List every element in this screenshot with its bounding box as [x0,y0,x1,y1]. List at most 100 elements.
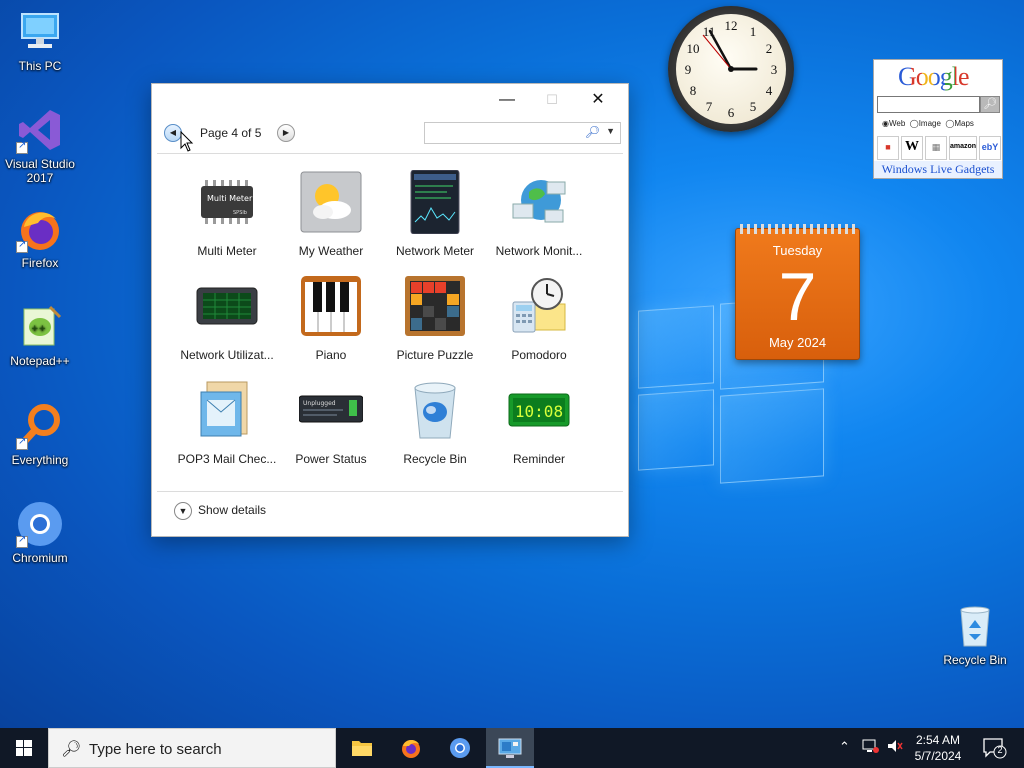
google-logo-text: Google [898,62,970,91]
piano-icon [299,274,363,338]
google-link-icon[interactable]: ■ [877,136,899,160]
computer-icon [16,8,64,56]
taskbar-clock[interactable]: 2:54 AM 5/7/2024 [906,732,970,764]
desktop-icon-label: Notepad++ [10,354,70,368]
desktop-icon-everything[interactable]: Everything [0,402,80,467]
search-icon[interactable]: 🔎︎ [980,96,1000,113]
ebay-link[interactable]: ebY [979,136,1001,160]
reminder-time-text: 10:08 [515,402,563,421]
desktop-icon-label: Chromium [12,551,68,565]
picture-puzzle-icon [403,274,467,338]
power-status-text: Unplugged [303,400,336,407]
desktop-icon-label: Everything [11,453,69,467]
news-link-icon[interactable]: ▦ [924,136,947,160]
bottom-divider [157,491,623,492]
gadget-name: Pomodoro [511,348,567,362]
minimize-button[interactable]: — [484,86,530,114]
desktop-icon-chromium[interactable]: Chromium [0,500,80,565]
show-details-toggle[interactable]: ▼ Show details [174,502,266,520]
taskbar-date: 5/7/2024 [914,749,962,763]
radio-web[interactable]: ◉Web [882,119,905,128]
gadget-tile-recycle-bin[interactable]: Recycle Bin [383,378,487,482]
taskbar-firefox[interactable] [387,728,435,768]
search-type-radios: ◉Web ◯Image ◯Maps [882,119,974,128]
google-search-input[interactable] [877,96,980,113]
gadget-name: My Weather [298,244,364,258]
gadget-name: POP3 Mail Chec... [177,452,277,466]
radio-web-label: Web [888,119,906,128]
gadget-tile-pop3-mail-checker[interactable]: POP3 Mail Chec... [175,378,279,482]
desktop-icon-label: Firefox [21,256,59,270]
everything-search-icon [16,402,64,450]
desktop-icon-visual-studio[interactable]: Visual Studio 2017 [0,106,80,185]
gadget-name: Piano [315,348,347,362]
clock-face: 12 1 2 3 4 5 6 7 8 9 10 11 [676,14,786,124]
gadget-tile-network-meter[interactable]: Network Meter [383,169,487,274]
mail-checker-icon [195,378,259,442]
windows-start-icon [16,740,32,756]
clock-gadget[interactable]: 12 1 2 3 4 5 6 7 8 9 10 11 [668,6,794,132]
firefox-icon [16,205,64,253]
gadget-name: Reminder [512,452,566,466]
taskbar-chromium[interactable] [436,728,484,768]
radio-image[interactable]: ◯Image [910,119,941,128]
gadget-tile-network-monitor[interactable]: Network Monit... [487,170,591,274]
multi-meter-icon: Multi Meter SPSlb [195,170,259,234]
gadget-tile-power-status[interactable]: Unplugged Power Status [279,378,383,482]
close-button[interactable]: ✕ [575,86,621,114]
maximize-button[interactable]: ☐ [529,86,575,114]
reminder-clock-icon: 10:08 [507,378,571,442]
recycle-bin-icon [951,602,999,650]
calendar-gadget[interactable]: Tuesday 7 May 2024 [735,224,860,360]
chevron-down-icon[interactable]: ▼ [606,126,615,136]
gadget-tile-reminder[interactable]: 10:08 Reminder [487,378,591,482]
network-icon[interactable] [862,738,880,757]
gadget-tile-pomodoro[interactable]: Pomodoro [487,274,591,378]
radio-maps[interactable]: ◯Maps [945,119,974,128]
shortcut-arrow-icon [16,239,28,253]
desktop-icon-label: Visual Studio 2017 [0,157,80,185]
gadgets-app-icon [498,738,522,758]
wikipedia-link[interactable]: W [900,136,923,160]
taskbar-search-box[interactable]: 🔎︎ Type here to search [48,728,336,768]
taskbar-gadgets[interactable] [486,728,534,768]
page-indicator: Page 4 of 5 [200,126,262,140]
next-page-button[interactable]: ▶ [277,124,295,142]
gadget-name: Network Utilizat... [180,348,274,362]
gadget-tile-picture-puzzle[interactable]: Picture Puzzle [383,274,487,378]
recycle-bin-icon [403,378,467,442]
radio-maps-label: Maps [954,119,974,128]
action-center-button[interactable]: 2 [982,737,1008,762]
gadget-tile-my-weather[interactable]: My Weather [279,170,383,274]
start-button[interactable] [0,728,48,768]
search-icon[interactable]: 🔎︎ [585,125,600,139]
top-divider [157,153,623,154]
gadget-name: Network Monit... [495,244,583,258]
windows-live-gadgets-link[interactable]: Windows Live Gadgets [874,161,1002,178]
amazon-link[interactable]: amazon [948,136,978,160]
gadget-tile-network-utilization[interactable]: Network Utilizat... [175,274,279,378]
folder-icon [352,741,372,756]
notification-icon [983,738,1007,759]
desktop-icon-notepad-plus-plus[interactable]: ++ Notepad++ [0,303,80,368]
gadget-name: Network Meter [395,244,475,258]
desktop-icon-recycle-bin[interactable]: Recycle Bin [935,602,1015,667]
gadget-gallery-window: — ☐ ✕ ◀ Page 4 of 5 ▶ 🔎︎ ▼ Multi Meter S… [151,83,629,537]
volume-muted-icon[interactable] [886,738,904,757]
visual-studio-icon [16,106,64,154]
gadget-tile-multi-meter[interactable]: Multi Meter SPSlb Multi Meter [175,170,279,274]
radio-image-label: Image [918,119,941,128]
show-hidden-icons-button[interactable]: ⌃ [839,739,850,755]
gadget-tile-piano[interactable]: Piano [279,274,383,378]
gadget-search-input[interactable]: 🔎︎ ▼ [424,122,621,144]
taskbar-file-explorer[interactable] [338,728,386,768]
vs-label-text: Visual Studio 2017 [5,157,75,185]
taskbar: 🔎︎ Type here to search ⌃ 2:54 AM 5/7/202… [0,728,1024,768]
network-meter-icon [403,169,467,235]
desktop-icon-this-pc[interactable]: This PC [0,8,80,73]
quick-links: ■ W ▦ amazon ebY [876,136,1002,160]
chevron-down-icon: ▼ [174,502,192,520]
multi-meter-chip-text: Multi Meter [207,194,253,203]
network-monitor-icon [507,170,571,234]
desktop-icon-firefox[interactable]: Firefox [0,205,80,270]
